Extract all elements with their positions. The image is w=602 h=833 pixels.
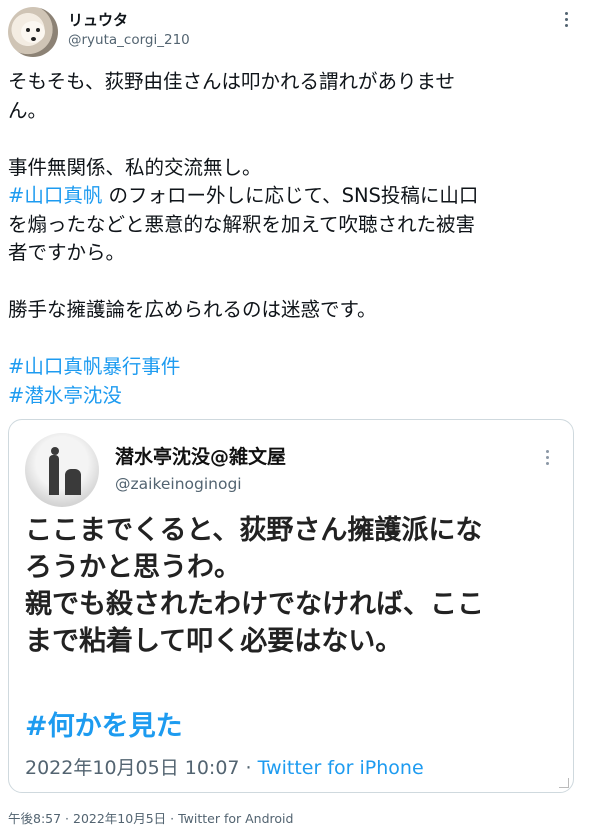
avatar-figure xyxy=(49,455,59,495)
quoted-line: まで粘着して叩く必要はない。 xyxy=(25,626,403,657)
hashtag-link[interactable]: #潜水亭沈没 xyxy=(8,382,588,411)
quoted-handle[interactable]: @zaikeinoginogi xyxy=(115,475,242,493)
tweet-footer-meta[interactable]: 午後8:57 · 2022年10月5日 · Twitter for Androi… xyxy=(8,808,293,827)
avatar-eye xyxy=(36,28,40,32)
avatar-eye xyxy=(26,28,30,32)
tweet-line: 事件無関係、私的交流無し。 xyxy=(8,155,262,179)
more-horizontal-icon[interactable] xyxy=(556,8,578,30)
tweet-header: リュウタ @ryuta_corgi_210 xyxy=(0,0,602,62)
avatar[interactable] xyxy=(8,7,58,57)
quoted-avatar[interactable] xyxy=(25,433,99,507)
quoted-line: ろうかと思うわ。 xyxy=(25,552,241,583)
quoted-meta: 2022年10月05日 10:07 · Twitter for iPhone xyxy=(25,753,424,780)
user-handle[interactable]: @ryuta_corgi_210 xyxy=(68,32,190,48)
avatar-figure xyxy=(65,469,81,495)
tweet-line: 者ですから。 xyxy=(8,241,126,264)
quoted-timestamp[interactable]: 2022年10月05日 10:07 · xyxy=(25,757,258,779)
quoted-line: 親でも殺されたわけでなければ、ここ xyxy=(25,589,484,620)
tweet-text: そもそも、荻野由佳さんは叩かれる謂れがありませ ん。 事件無関係、私的交流無し。… xyxy=(8,68,588,410)
quoted-text: ここまでくると、荻野さん擁護派にな ろうかと思うわ。 親でも殺されたわけでなけれ… xyxy=(25,512,484,660)
tweet-line-text: のフォロー外しに応じて、SNS投稿に山口 xyxy=(102,184,479,207)
tweet-line: ん。 xyxy=(8,98,48,122)
display-name[interactable]: リュウタ xyxy=(68,9,128,30)
more-vertical-icon[interactable] xyxy=(545,448,551,468)
tweet-line: を煽ったなどと悪意的な解釈を加えて吹聴された被害 xyxy=(8,212,476,236)
tweet-line: 勝手な擁護論を広められるのは迷惑です。 xyxy=(8,298,377,321)
hashtag-link[interactable]: #山口真帆暴行事件 xyxy=(8,353,588,382)
hashtag-link[interactable]: #山口真帆 xyxy=(8,184,102,207)
quoted-line: ここまでくると、荻野さん擁護派にな xyxy=(25,515,483,546)
avatar-nose xyxy=(31,37,36,41)
tweet-line: #山口真帆 のフォロー外しに応じて、SNS投稿に山口 xyxy=(8,182,588,211)
quoted-display-name[interactable]: 潜水亭沈没@雑文屋 xyxy=(115,442,286,469)
quoted-source-link[interactable]: Twitter for iPhone xyxy=(258,757,424,779)
tweet-line: そもそも、荻野由佳さんは叩かれる謂れがありませ xyxy=(8,70,455,93)
quoted-hashtag-link[interactable]: #何かを見た xyxy=(25,704,183,743)
quoted-tweet-card[interactable]: 潜水亭沈没@雑文屋 @zaikeinoginogi ここまでくると、荻野さん擁護… xyxy=(8,419,574,793)
resize-handle-icon xyxy=(559,778,569,788)
avatar-figure-head xyxy=(51,447,59,455)
